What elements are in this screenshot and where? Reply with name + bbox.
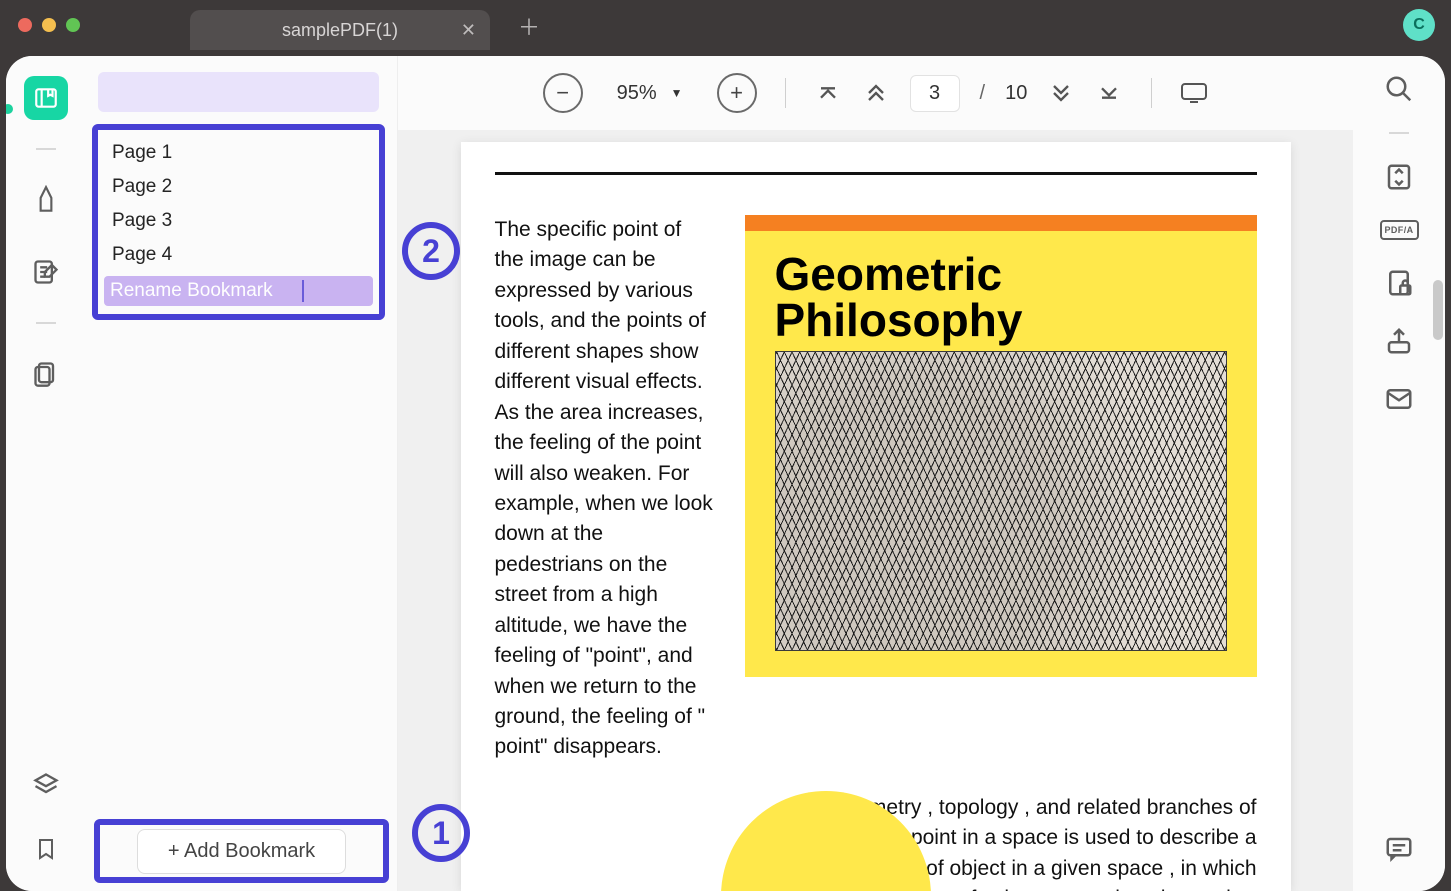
pdf-page: The specific point of the image can be e… bbox=[461, 142, 1291, 891]
tab-close-icon[interactable]: ✕ bbox=[461, 20, 476, 41]
bookmark-item[interactable]: Page 4 bbox=[102, 238, 375, 272]
highlighter-tool-button[interactable] bbox=[24, 178, 68, 222]
chevron-down-icon: ▼ bbox=[671, 86, 683, 100]
toolbar-separator bbox=[785, 78, 786, 108]
edit-tool-button[interactable] bbox=[24, 250, 68, 294]
left-rail bbox=[6, 56, 86, 891]
pdfa-button[interactable]: PDF/A bbox=[1380, 220, 1419, 240]
first-page-button[interactable] bbox=[814, 79, 842, 107]
email-icon[interactable] bbox=[1384, 384, 1414, 414]
tab-strip: samplePDF(1) ✕ ＋ bbox=[190, 0, 540, 50]
close-window-button[interactable] bbox=[18, 18, 32, 32]
bookmark-item[interactable]: Page 2 bbox=[102, 170, 375, 204]
rail-separator bbox=[36, 322, 56, 324]
zoom-value: 95% bbox=[617, 82, 657, 105]
doc-figure-card: Geometric Philosophy bbox=[745, 215, 1257, 677]
bookmarks-list-annotated: Page 1 Page 2 Page 3 Page 4 bbox=[92, 124, 385, 320]
zoom-in-button[interactable]: + bbox=[717, 73, 757, 113]
current-page-input[interactable]: 3 bbox=[910, 75, 960, 112]
doc-abstract-image bbox=[775, 351, 1227, 651]
scrollbar-thumb[interactable] bbox=[1433, 280, 1443, 340]
text-cursor bbox=[302, 280, 304, 302]
bookmark-item[interactable]: Page 1 bbox=[102, 136, 375, 170]
annotation-marker-2: 2 bbox=[402, 222, 460, 280]
tab-title: samplePDF(1) bbox=[282, 20, 398, 41]
new-tab-button[interactable]: ＋ bbox=[518, 10, 540, 42]
page-of-separator: / bbox=[980, 82, 986, 105]
share-icon[interactable] bbox=[1384, 326, 1414, 356]
bookmark-item[interactable]: Page 3 bbox=[102, 204, 375, 238]
bookmark-rename-field[interactable] bbox=[104, 276, 373, 306]
center-column: − 95% ▼ + 3 / 10 The specific point of t… bbox=[398, 56, 1353, 891]
horizontal-rule bbox=[495, 172, 1257, 175]
protect-pdf-icon[interactable] bbox=[1384, 268, 1414, 298]
prev-page-button[interactable] bbox=[862, 79, 890, 107]
pages-icon bbox=[32, 360, 60, 388]
next-page-button[interactable] bbox=[1047, 79, 1075, 107]
bookmark-panel-icon bbox=[33, 85, 59, 111]
minimize-window-button[interactable] bbox=[42, 18, 56, 32]
annotation-marker-1: 1 bbox=[412, 804, 470, 862]
rail-separator bbox=[1389, 132, 1409, 134]
bookmark-ribbon-button[interactable] bbox=[24, 827, 68, 871]
fullscreen-window-button[interactable] bbox=[66, 18, 80, 32]
user-avatar[interactable]: C bbox=[1403, 9, 1435, 41]
rail-separator bbox=[36, 148, 56, 150]
right-rail: PDF/A bbox=[1353, 56, 1445, 891]
window-titlebar: samplePDF(1) ✕ ＋ C bbox=[0, 0, 1451, 50]
sidebar-search-placeholder[interactable] bbox=[98, 72, 379, 112]
window-traffic-lights bbox=[18, 18, 80, 32]
add-bookmark-button[interactable]: + Add Bookmark bbox=[137, 829, 346, 874]
bookmarks-panel-button[interactable] bbox=[24, 76, 68, 120]
bookmark-rename-input[interactable] bbox=[110, 280, 367, 302]
zoom-dropdown[interactable]: 95% ▼ bbox=[603, 76, 697, 111]
doc-paragraph-1: The specific point of the image can be e… bbox=[495, 215, 715, 763]
convert-pdf-icon[interactable] bbox=[1384, 162, 1414, 192]
doc-heading: Geometric Philosophy bbox=[745, 231, 1257, 343]
bookmark-ribbon-icon bbox=[34, 835, 58, 863]
viewer-toolbar: − 95% ▼ + 3 / 10 bbox=[398, 56, 1353, 130]
toolbar-separator bbox=[1151, 78, 1152, 108]
doc-accent-bar bbox=[745, 215, 1257, 231]
active-indicator-dot bbox=[6, 104, 13, 114]
layers-button[interactable] bbox=[24, 763, 68, 807]
document-viewer[interactable]: The specific point of the image can be e… bbox=[398, 130, 1353, 891]
bookmarks-sidebar: Page 1 Page 2 Page 3 Page 4 + Add Bookma… bbox=[86, 56, 398, 891]
last-page-button[interactable] bbox=[1095, 79, 1123, 107]
search-icon[interactable] bbox=[1384, 74, 1414, 104]
add-bookmark-annotated: + Add Bookmark bbox=[94, 819, 389, 883]
zoom-out-button[interactable]: − bbox=[543, 73, 583, 113]
comments-icon[interactable] bbox=[1384, 834, 1414, 864]
pages-tool-button[interactable] bbox=[24, 352, 68, 396]
tab-active[interactable]: samplePDF(1) ✕ bbox=[190, 10, 490, 50]
app-body: Page 1 Page 2 Page 3 Page 4 + Add Bookma… bbox=[6, 56, 1445, 891]
presentation-mode-button[interactable] bbox=[1180, 79, 1208, 107]
total-pages-label: 10 bbox=[1005, 82, 1027, 105]
highlighter-icon bbox=[33, 185, 59, 215]
edit-page-icon bbox=[32, 258, 60, 286]
layers-icon bbox=[32, 771, 60, 799]
